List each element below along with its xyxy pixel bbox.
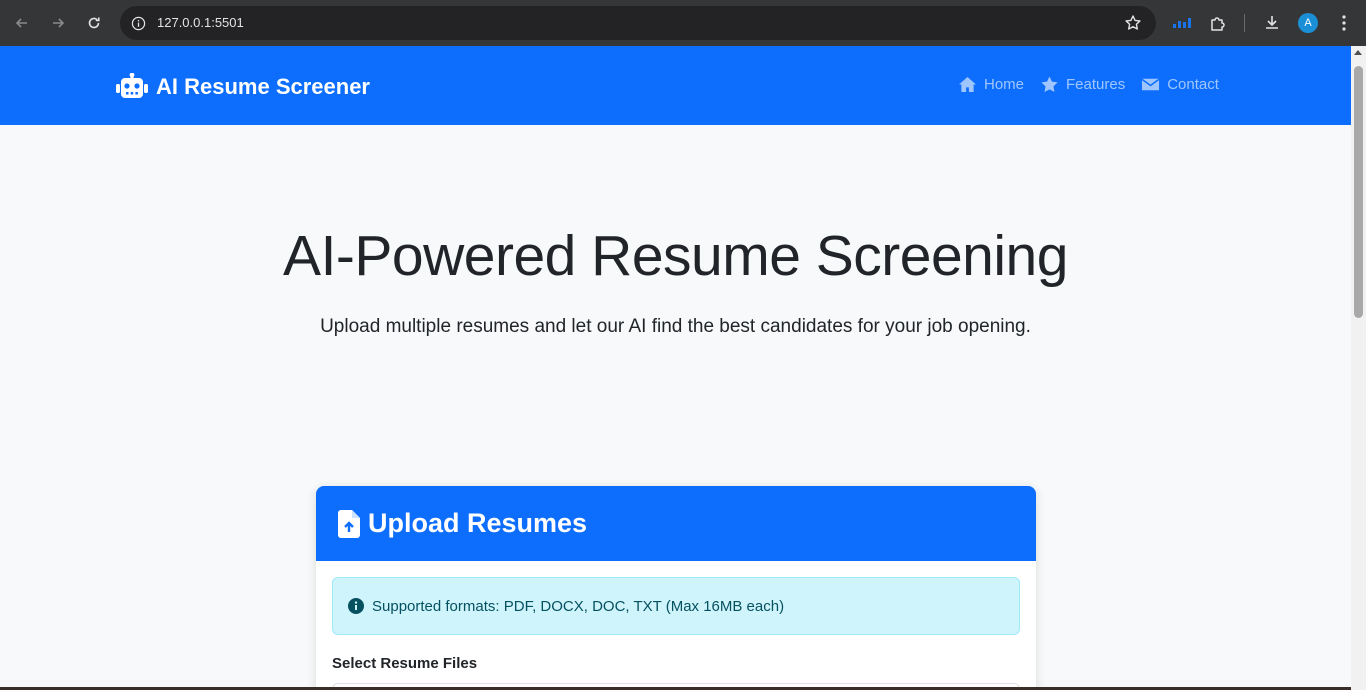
home-icon — [959, 76, 976, 93]
toolbar-divider — [1244, 14, 1245, 32]
forward-button[interactable] — [46, 11, 70, 35]
nav-contact-link[interactable]: Contact — [1141, 76, 1219, 93]
nav-links: Home Features Contact — [958, 76, 1219, 93]
site-info-icon[interactable] — [128, 13, 148, 33]
extensions-puzzle-icon[interactable] — [1207, 12, 1229, 34]
page-scrollbar[interactable] — [1351, 46, 1366, 690]
envelope-icon — [1141, 78, 1160, 91]
reload-button[interactable] — [82, 11, 106, 35]
nav-home-link[interactable]: Home — [958, 76, 1024, 93]
browser-toolbar: 127.0.0.1:5501 A — [0, 0, 1366, 46]
upload-card-title: Upload Resumes — [368, 508, 588, 538]
nav-features-label: Features — [1066, 76, 1126, 93]
url-text: 127.0.0.1:5501 — [157, 15, 244, 30]
hero-title: AI-Powered Resume Screening — [283, 224, 1068, 288]
nav-home-label: Home — [984, 76, 1025, 93]
extension-chart-icon[interactable] — [1171, 12, 1193, 34]
file-upload-icon — [338, 509, 360, 538]
arrow-right-icon — [53, 18, 65, 28]
upload-card-header: Upload Resumes — [316, 486, 1036, 561]
reload-icon — [88, 17, 100, 29]
formats-alert-text: Supported formats: PDF, DOCX, DOC, TXT (… — [372, 597, 785, 615]
scroll-up-arrow-icon[interactable] — [1354, 50, 1362, 55]
nav-contact-label: Contact — [1167, 76, 1219, 93]
resume-files-label: Select Resume Files — [332, 655, 478, 672]
bookmark-star-icon[interactable] — [1124, 14, 1142, 32]
nav-features-link[interactable]: Features — [1040, 76, 1125, 93]
downloads-icon[interactable] — [1261, 12, 1283, 34]
star-icon — [1041, 76, 1058, 93]
robot-icon — [116, 73, 148, 98]
upload-card: Upload Resumes Supported formats: PDF, D… — [316, 486, 1036, 690]
hero-subtitle: Upload multiple resumes and let our AI f… — [320, 316, 1031, 337]
scrollbar-thumb[interactable] — [1354, 66, 1363, 318]
back-button[interactable] — [10, 11, 34, 35]
brand-link[interactable]: AI Resume Screener — [116, 73, 370, 101]
brand-name: AI Resume Screener — [156, 74, 370, 99]
site-navbar: AI Resume Screener Home Features Contact — [0, 46, 1351, 125]
profile-avatar[interactable]: A — [1298, 13, 1318, 33]
address-bar[interactable]: 127.0.0.1:5501 — [120, 6, 1156, 40]
menu-kebab-icon[interactable] — [1333, 12, 1355, 34]
formats-alert: Supported formats: PDF, DOCX, DOC, TXT (… — [332, 577, 1020, 635]
arrow-left-icon — [15, 18, 27, 28]
info-circle-icon — [348, 598, 364, 614]
